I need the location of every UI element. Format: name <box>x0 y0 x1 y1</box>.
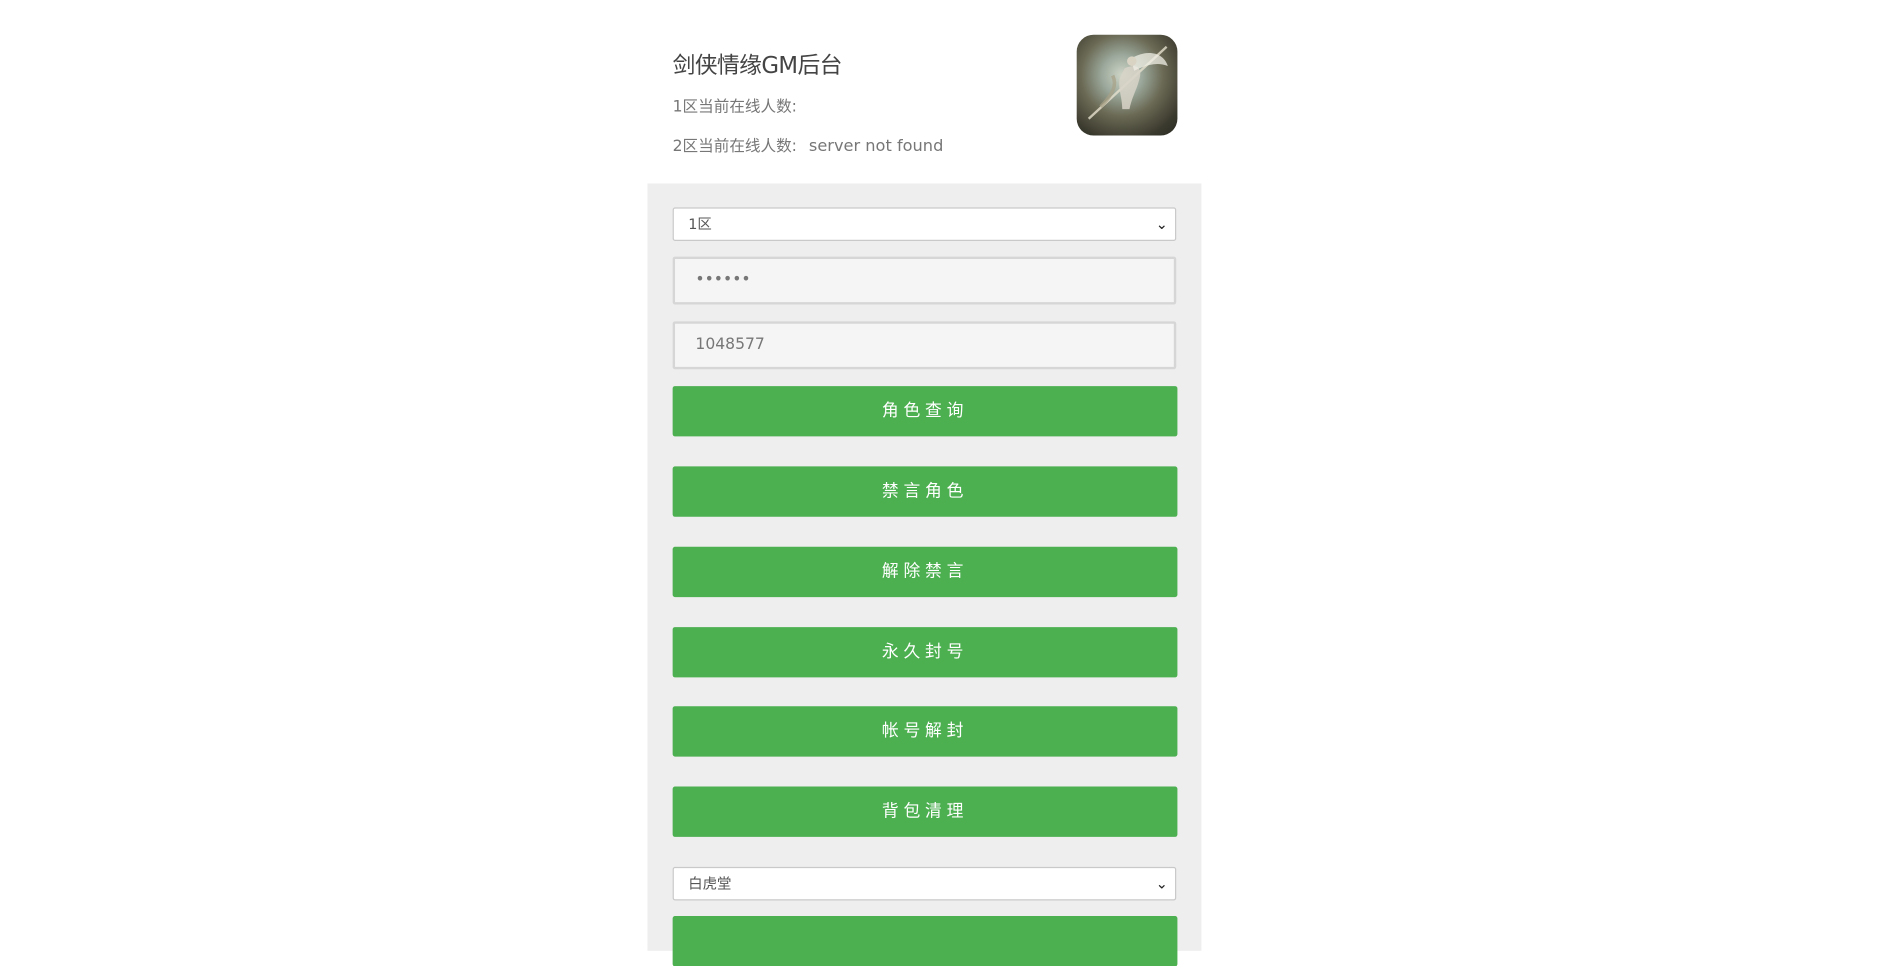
role-id-field[interactable]: 1048577 <box>672 321 1177 370</box>
query-role-button[interactable]: 角色查询 <box>672 386 1178 437</box>
page-title: 剑侠情缘GM后台 <box>672 52 843 80</box>
game-logo <box>1076 34 1178 136</box>
online-count-zone-2: 2区当前在线人数: server not found <box>673 133 944 156</box>
online-count-label: 1区当前在线人数: <box>672 98 797 117</box>
control-panel: 1区 ⌄ •••••• 1048577 角色查询 禁言角色 解除禁言 永久封号 … <box>647 183 1202 966</box>
page: 剑侠情缘GM后台 1区当前在线人数: 2区当前在线人数: server not f… <box>0 0 1880 966</box>
chevron-down-icon: ⌄ <box>1155 875 1168 893</box>
online-count-zone-1: 1区当前在线人数: <box>672 94 809 117</box>
role-id-value: 1048577 <box>695 335 765 354</box>
unmute-role-button[interactable]: 解除禁言 <box>672 546 1178 598</box>
faction-select[interactable]: 白虎堂 ⌄ <box>672 866 1177 901</box>
chevron-down-icon: ⌄ <box>1155 215 1168 233</box>
password-field[interactable]: •••••• <box>672 256 1177 305</box>
online-count-value: server not found <box>808 136 944 156</box>
permanent-ban-button[interactable]: 永久封号 <box>672 627 1178 678</box>
next-action-button[interactable] <box>672 916 1178 966</box>
online-count-label: 2区当前在线人数: <box>672 137 797 156</box>
server-select[interactable]: 1区 ⌄ <box>672 207 1177 241</box>
gm-console: 剑侠情缘GM后台 1区当前在线人数: 2区当前在线人数: server not f… <box>647 0 1202 966</box>
server-select-value: 1区 <box>688 215 712 233</box>
password-value: •••••• <box>695 270 751 289</box>
header: 剑侠情缘GM后台 1区当前在线人数: 2区当前在线人数: server not f… <box>647 0 1201 183</box>
mute-role-button[interactable]: 禁言角色 <box>672 466 1178 517</box>
faction-select-value: 白虎堂 <box>688 875 732 893</box>
swordsman-icon <box>1087 45 1168 120</box>
unban-account-button[interactable]: 帐号解封 <box>672 706 1178 757</box>
clear-bag-button[interactable]: 背包清理 <box>672 786 1178 837</box>
